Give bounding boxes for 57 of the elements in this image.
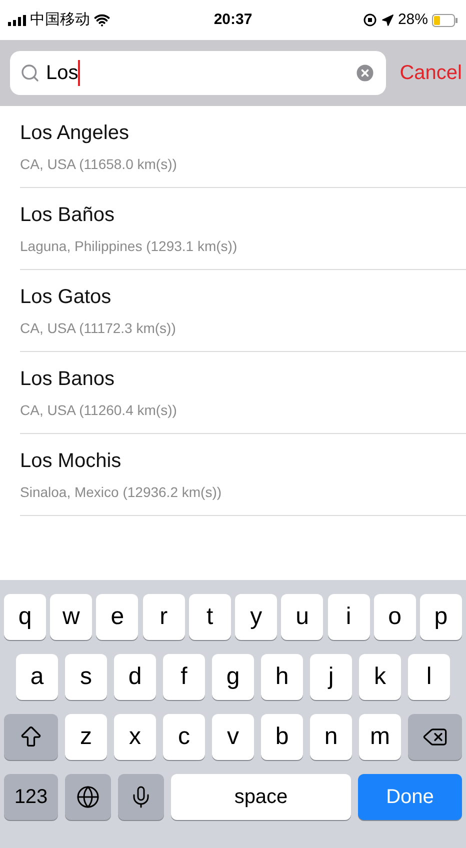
keyboard-key[interactable]: y: [235, 594, 278, 640]
globe-icon: [76, 785, 100, 809]
keyboard-key[interactable]: h: [261, 654, 303, 700]
keyboard-key[interactable]: o: [374, 594, 416, 640]
keyboard-key[interactable]: q: [4, 594, 46, 640]
microphone-key[interactable]: [118, 774, 164, 820]
keyboard-key[interactable]: r: [142, 594, 185, 640]
keyboard-key[interactable]: t: [188, 594, 231, 640]
city-detail: Laguna, Philippines (1293.1 km(s)): [20, 237, 238, 256]
search-text: Los: [46, 61, 78, 86]
search-field[interactable]: Los: [10, 51, 386, 95]
keyboard-key[interactable]: d: [114, 654, 156, 700]
globe-key[interactable]: [65, 774, 111, 820]
battery-percent: 28%: [398, 10, 428, 30]
battery-icon: [432, 14, 458, 26]
search-icon: [20, 63, 40, 83]
shift-key[interactable]: [4, 714, 58, 760]
city-name[interactable]: Los Baños: [20, 200, 466, 230]
city-name[interactable]: Los Gatos: [20, 282, 466, 312]
keyboard-key[interactable]: n: [310, 714, 352, 760]
city-detail: CA, USA (11658.0 km(s)): [20, 155, 178, 174]
signal-icon: [8, 14, 26, 26]
keyboard-key[interactable]: i: [328, 594, 370, 640]
city-detail: Sinaloa, Mexico (12936.2 km(s)): [20, 483, 223, 502]
keyboard-key[interactable]: g: [212, 654, 254, 700]
keyboard-key[interactable]: p: [420, 594, 462, 640]
keyboard-key[interactable]: c: [163, 714, 205, 760]
city-detail: CA, USA (11260.4 km(s)): [20, 401, 178, 420]
keyboard-key[interactable]: m: [359, 714, 401, 760]
keyboard-key[interactable]: a: [16, 654, 58, 700]
keyboard-key[interactable]: k: [359, 654, 401, 700]
city-name[interactable]: Los Banos: [20, 364, 466, 394]
numbers-key[interactable]: 123: [4, 774, 58, 820]
keyboard-key[interactable]: f: [163, 654, 205, 700]
done-key[interactable]: Done: [358, 774, 462, 820]
carrier-name: 中国移动: [30, 10, 90, 30]
rotation-lock-icon: [362, 13, 377, 27]
clear-icon[interactable]: [354, 62, 376, 84]
location-arrow-icon: [380, 14, 394, 26]
text-cursor: [78, 60, 80, 86]
city-name[interactable]: Los Mochis: [20, 446, 466, 476]
keyboard-key[interactable]: w: [50, 594, 92, 640]
keyboard-key[interactable]: s: [65, 654, 107, 700]
keyboard-key[interactable]: l: [408, 654, 450, 700]
keyboard-key[interactable]: u: [281, 594, 324, 640]
space-key[interactable]: space: [171, 774, 351, 820]
status-time: 20:37: [214, 10, 252, 30]
keyboard-key[interactable]: z: [65, 714, 107, 760]
city-detail: CA, USA (11172.3 km(s)): [20, 319, 177, 338]
keyboard-key[interactable]: b: [261, 714, 303, 760]
keyboard-key[interactable]: j: [310, 654, 352, 700]
backspace-key[interactable]: [408, 714, 462, 760]
wifi-icon: [94, 12, 110, 28]
keyboard-key[interactable]: v: [212, 714, 254, 760]
keyboard-key[interactable]: e: [96, 594, 138, 640]
city-name[interactable]: Los Angeles: [20, 118, 466, 148]
keyboard-key[interactable]: x: [114, 714, 156, 760]
